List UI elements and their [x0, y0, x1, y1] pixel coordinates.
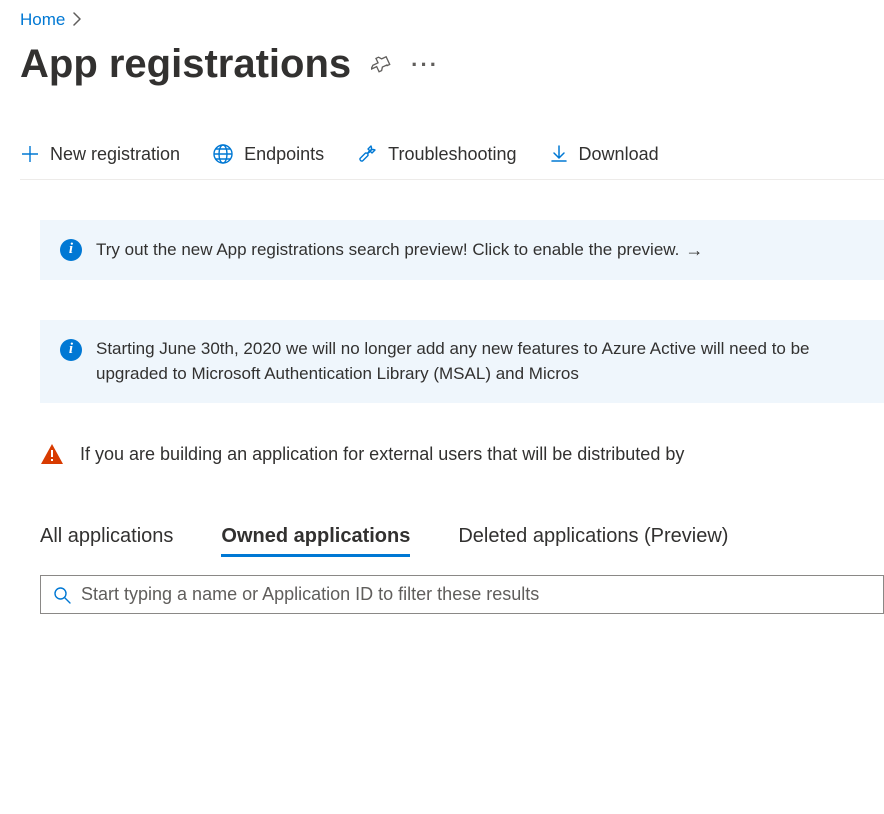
info-icon: i: [60, 239, 82, 261]
endpoints-button[interactable]: Endpoints: [212, 143, 324, 165]
search-icon: [53, 586, 71, 604]
arrow-right-icon: →: [685, 237, 703, 263]
breadcrumb: Home: [20, 10, 884, 30]
globe-icon: [212, 143, 234, 165]
plus-icon: [20, 144, 40, 164]
chevron-right-icon: [73, 12, 82, 29]
new-registration-label: New registration: [50, 144, 180, 165]
info-banner-deprecation: i Starting June 30th, 2020 we will no lo…: [40, 320, 884, 403]
info-banner-preview[interactable]: i Try out the new App registrations sear…: [40, 220, 884, 280]
search-input[interactable]: [81, 584, 871, 605]
troubleshooting-button[interactable]: Troubleshooting: [356, 143, 516, 165]
wrench-icon: [356, 143, 378, 165]
download-icon: [549, 144, 569, 164]
tab-owned-applications[interactable]: Owned applications: [221, 525, 410, 557]
warning-row: If you are building an application for e…: [40, 443, 884, 465]
title-row: App registrations ···: [20, 42, 884, 87]
toolbar: New registration Endpoints Troubleshooti…: [20, 137, 884, 180]
breadcrumb-home-link[interactable]: Home: [20, 10, 65, 30]
troubleshooting-label: Troubleshooting: [388, 144, 516, 165]
download-button[interactable]: Download: [549, 144, 659, 165]
page-title: App registrations: [20, 42, 351, 87]
new-registration-button[interactable]: New registration: [20, 144, 180, 165]
warning-text: If you are building an application for e…: [80, 444, 684, 465]
more-icon[interactable]: ···: [411, 52, 439, 78]
info-banner-preview-text: Try out the new App registrations search…: [96, 238, 679, 263]
download-label: Download: [579, 144, 659, 165]
tabs: All applications Owned applications Dele…: [40, 525, 884, 557]
pin-icon[interactable]: [371, 55, 391, 75]
info-icon: i: [60, 339, 82, 361]
info-banner-deprecation-text: Starting June 30th, 2020 we will no long…: [96, 337, 864, 386]
warning-icon: [40, 443, 64, 465]
tab-deleted-applications[interactable]: Deleted applications (Preview): [458, 525, 728, 557]
search-box[interactable]: [40, 575, 884, 614]
endpoints-label: Endpoints: [244, 144, 324, 165]
tab-all-applications[interactable]: All applications: [40, 525, 173, 557]
